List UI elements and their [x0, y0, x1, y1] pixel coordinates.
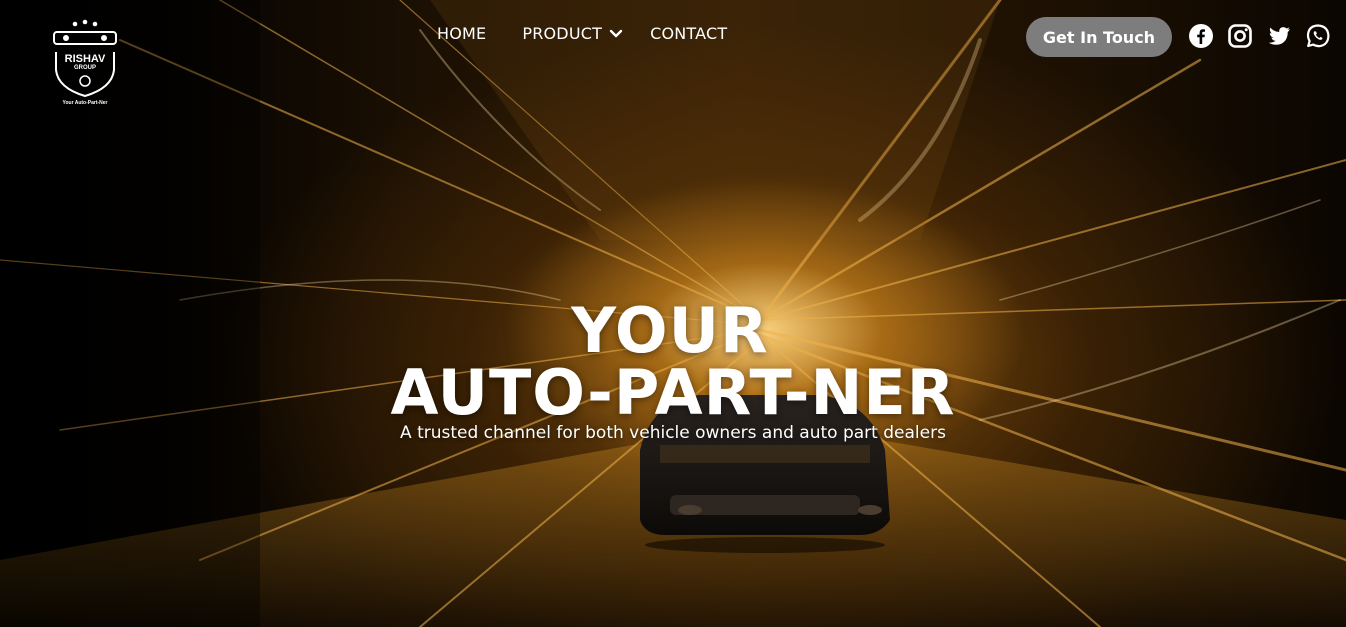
nav-item-home[interactable]: HOME	[437, 24, 486, 43]
brand-logo[interactable]: RISHAV GROUP Your Auto-Part-Ner	[48, 18, 122, 108]
hero-section: RISHAV GROUP Your Auto-Part-Ner HOME PRO…	[0, 0, 1346, 627]
nav-item-product[interactable]: PRODUCT	[522, 24, 624, 43]
nav-item-contact[interactable]: CONTACT	[650, 24, 727, 43]
facebook-icon[interactable]	[1188, 23, 1214, 49]
get-in-touch-label: Get In Touch	[1042, 27, 1156, 47]
main-nav: HOME PRODUCT CONTACT	[437, 24, 727, 43]
chevron-down-icon	[609, 29, 623, 37]
instagram-icon[interactable]	[1227, 23, 1253, 49]
hero-subtitle: A trusted channel for both vehicle owner…	[400, 423, 946, 443]
nav-item-product-label: PRODUCT	[522, 24, 603, 43]
social-links	[1188, 23, 1331, 49]
nav-item-contact-label: CONTACT	[650, 24, 728, 43]
svg-text:RISHAV: RISHAV	[65, 53, 106, 65]
hero-title-line2: AUTO-PART-NER	[390, 356, 956, 429]
svg-text:GROUP: GROUP	[74, 65, 96, 71]
get-in-touch-button[interactable]: Get In Touch	[1026, 17, 1172, 57]
nav-item-home-label: HOME	[437, 24, 487, 43]
twitter-icon[interactable]	[1266, 23, 1292, 49]
svg-text:Your Auto-Part-Ner: Your Auto-Part-Ner	[63, 100, 108, 106]
hero-title-line1: YOUR	[571, 294, 769, 367]
whatsapp-icon[interactable]	[1305, 23, 1331, 49]
